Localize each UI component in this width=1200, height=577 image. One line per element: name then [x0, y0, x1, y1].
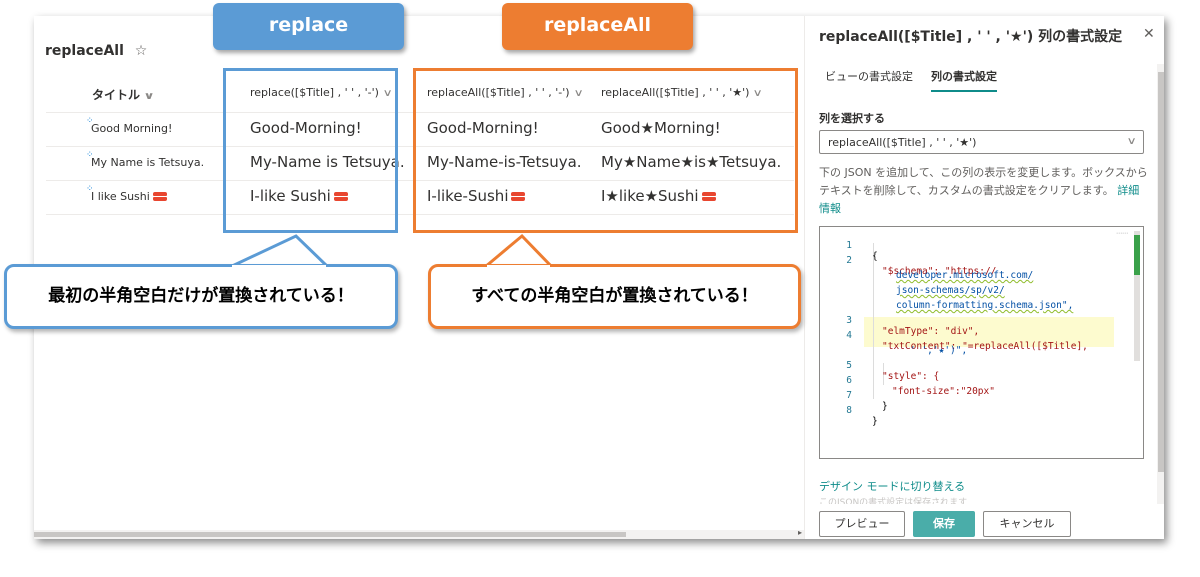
code-line: column-formatting.schema.json", [820, 289, 1073, 311]
code-text[interactable]: json-schemas/sp/v2/ [896, 285, 1005, 296]
replaceall-highlight-frame [413, 68, 798, 233]
json-code-editor[interactable]: ⋯⋯ 1 { 2 "$schema": "https:// developer.… [819, 226, 1144, 459]
panel-title: replaceAll([$Title] , ' ' , '★') 列の書式設定 [819, 29, 1123, 45]
save-button[interactable]: 保存 [913, 511, 975, 537]
select-column-label: 列を選択する [819, 112, 885, 125]
column-header-label: タイトル [92, 88, 141, 102]
code-line: 4 "txtContent": "=replaceAll([$Title], [820, 319, 1088, 352]
scrollbar-thumb[interactable] [34, 532, 626, 537]
code-text: { [872, 251, 878, 262]
code-line: json-schemas/sp/v2/ [820, 274, 1005, 296]
callout-replaceall: すべての半角空白が置換されている！ [428, 264, 801, 329]
list-title: replaceAll ☆ [45, 43, 147, 59]
code-text[interactable]: column-formatting.schema.json", [896, 300, 1073, 311]
minimap-icon: ⋯⋯ [1116, 230, 1128, 237]
chevron-down-icon: ∨ [1126, 136, 1137, 147]
horizontal-scrollbar[interactable]: ▸ [34, 528, 804, 539]
code-line: 8 } [820, 394, 877, 427]
table-row-title[interactable]: My Name is Tetsuya. [91, 156, 204, 169]
column-select-value: replaceAll([$Title] , ' ' , '★') [828, 136, 977, 149]
scroll-right-arrow-icon[interactable]: ▸ [798, 528, 802, 537]
code-line: developer.microsoft.com/ [820, 259, 1033, 281]
code-text: "style": { [882, 371, 940, 382]
code-text: "elmType": "div", [882, 326, 980, 337]
code-text: "font-size":"20px" [892, 386, 995, 397]
replace-label: replace [213, 3, 404, 50]
indent-guide [873, 243, 874, 399]
code-line: 2 "$schema": "https:// [820, 244, 996, 277]
panel-scrollbar-thumb[interactable] [1158, 72, 1164, 472]
code-line: ' ','★')", [820, 334, 967, 356]
code-text: ' ','★')", [910, 345, 968, 356]
code-line: 1 { [820, 229, 877, 262]
code-text[interactable]: developer.microsoft.com/ [896, 270, 1033, 281]
table-row-title[interactable]: Good Morning! [91, 122, 172, 135]
column-header-title[interactable]: タイトル ∨ [92, 86, 155, 103]
editor-scrollbar-thumb[interactable] [1134, 235, 1140, 275]
code-line: 3 "elmType": "div", [820, 304, 979, 337]
panel-description: 下の JSON を追加して、この列の表示を変更します。ボックスからテキストを削除… [819, 164, 1149, 218]
sushi-emoji-icon [152, 192, 167, 202]
column-select[interactable]: replaceAll([$Title] , ' ' , '★') ∨ [819, 130, 1144, 154]
replace-highlight-frame [223, 68, 398, 233]
faded-note: このJSONの書式設定は保存されます [819, 498, 968, 504]
close-icon[interactable]: ✕ [1143, 26, 1155, 42]
list-title-text: replaceAll [45, 43, 124, 59]
table-row-title[interactable]: I like Sushi [91, 190, 167, 203]
description-text: 下の JSON を追加して、この列の表示を変更します。ボックスからテキストを削除… [819, 166, 1148, 197]
preview-button[interactable]: プレビュー [819, 511, 905, 537]
code-text: } [872, 416, 878, 427]
column-formatting-panel: replaceAll([$Title] , ' ' , '★') 列の書式設定 … [804, 16, 1164, 539]
code-line: 6 "font-size":"20px" [820, 364, 995, 397]
line-number: 8 [846, 405, 852, 416]
chevron-down-icon: ∨ [143, 91, 155, 102]
code-line: 7 } [820, 379, 887, 412]
replaceall-label: replaceAll [502, 3, 693, 50]
tab-column-formatting[interactable]: 列の書式設定 [931, 68, 997, 92]
row-title-text: I like Sushi [91, 190, 150, 203]
favorite-star-icon[interactable]: ☆ [135, 43, 148, 59]
tab-view-formatting[interactable]: ビューの書式設定 [825, 68, 913, 90]
code-line: 5 "style": { [820, 349, 939, 382]
cancel-button[interactable]: キャンセル [983, 511, 1071, 537]
design-mode-link[interactable]: デザイン モードに切り替える [819, 478, 965, 494]
callout-replace: 最初の半角空白だけが置換されている！ [4, 264, 398, 329]
code-text: } [882, 401, 888, 412]
